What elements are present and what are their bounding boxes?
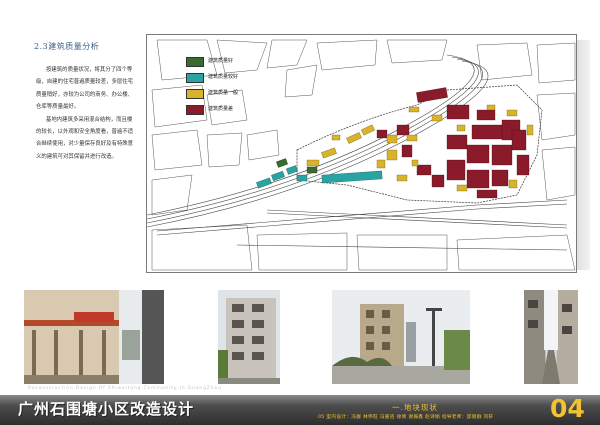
legend-label: 建筑质量好 — [208, 58, 234, 64]
footer-title: 广州石围塘小区改造设计 — [18, 400, 195, 418]
legend-swatch-poor — [186, 105, 204, 115]
site-plan-map — [146, 34, 577, 273]
page-number: 04 — [550, 394, 585, 423]
photo-residential-block — [218, 290, 280, 384]
legend-label: 建筑质量差 — [208, 106, 234, 112]
presentation-board: 2.3建筑质量分析 按建筑的质量状况，将其分了四个等级，自建的住宅普遍质量较差，… — [0, 0, 600, 425]
analysis-paragraph-1: 按建筑的质量状况，将其分了四个等级，自建的住宅普遍质量较差，多层住宅质量稍好，亦… — [36, 67, 134, 111]
photo-street-building — [332, 290, 470, 384]
photo-narrow-alley-image — [524, 290, 578, 384]
legend-swatch-fair — [186, 73, 204, 83]
analysis-paragraph-2: 基地内建筑多采用混合结构，而且楼的较长，以外观和安全角度看，普遍不适合继续使用，… — [36, 116, 134, 160]
section-title: 2.3建筑质量分析 — [34, 42, 100, 51]
legend-label: 建筑质量一般 — [208, 90, 239, 96]
photo-apartment-corridor-image — [24, 290, 164, 384]
photo-narrow-alley — [524, 290, 578, 384]
legend-label: 建筑质量较好 — [208, 74, 239, 80]
photo-residential-block-image — [218, 290, 280, 384]
footer-section-label: 一.地块现状 — [392, 403, 438, 412]
legend-swatch-good — [186, 57, 204, 67]
analysis-text: 按建筑的质量状况，将其分了四个等级，自建的住宅普遍质量较差，多层住宅质量稍好，亦… — [36, 64, 136, 163]
legend-swatch-average — [186, 89, 204, 99]
site-plan-drawing — [147, 39, 576, 271]
photo-street-building-image — [332, 290, 470, 384]
footer-subtitle: Reconstruction Design Of Shiweitang Comm… — [28, 386, 222, 391]
photo-apartment-corridor — [24, 290, 164, 384]
footer-credits: 05 室内设计：冯群 林伟旺 冯嘉咨 徐倩 谢振鑫 赵诗娟 指导老师：邵丽群 刘… — [318, 415, 494, 420]
